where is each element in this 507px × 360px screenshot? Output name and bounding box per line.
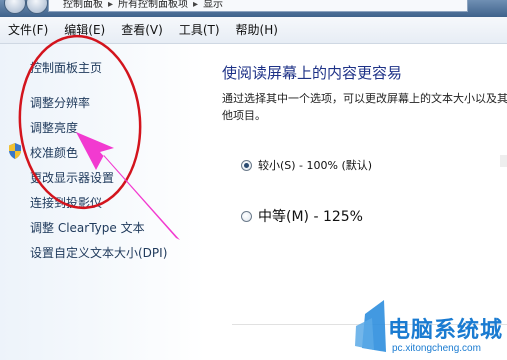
sidebar-item-connect-projector[interactable]: 连接到投影仪	[30, 194, 102, 211]
option-smaller[interactable]: 较小(S) - 100% (默认)	[241, 157, 372, 173]
breadcrumb-display[interactable]: 显示	[203, 0, 223, 10]
breadcrumb-control-panel[interactable]: 控制面板	[63, 0, 103, 10]
menu-view[interactable]: 查看(V)	[113, 17, 171, 43]
option-medium[interactable]: 中等(M) - 125%	[241, 206, 363, 226]
menu-bar: 文件(F) 编辑(E) 查看(V) 工具(T) 帮助(H)	[0, 17, 507, 44]
shield-icon	[9, 143, 21, 159]
option-medium-label: 中等(M) - 125%	[258, 209, 363, 225]
breadcrumb-separator: ▸	[108, 0, 114, 10]
breadcrumb-all-items[interactable]: 所有控制面板项	[118, 0, 188, 10]
page-title: 使阅读屏幕上的内容更容易	[222, 64, 403, 82]
breadcrumb-separator: ▸	[193, 0, 199, 10]
menu-edit[interactable]: 编辑(E)	[56, 17, 113, 43]
menu-file[interactable]: 文件(F)	[0, 17, 56, 43]
address-bar[interactable]: 控制面板 ▸ 所有控制面板项 ▸ 显示	[48, 0, 468, 12]
sidebar-item-custom-text-size[interactable]: 设置自定义文本大小(DPI)	[30, 244, 167, 261]
watermark-title: 电脑系统城	[388, 317, 504, 342]
radio-smaller[interactable]	[241, 159, 252, 171]
menu-help[interactable]: 帮助(H)	[228, 17, 286, 43]
forward-button[interactable]	[26, 0, 48, 14]
option-smaller-label: 较小(S) - 100% (默认)	[258, 159, 373, 172]
menu-tools[interactable]: 工具(T)	[171, 17, 228, 43]
sidebar-item-change-display-settings[interactable]: 更改显示器设置	[30, 169, 114, 186]
radio-medium[interactable]	[241, 210, 252, 222]
sidebar-item-adjust-cleartype[interactable]: 调整 ClearType 文本	[30, 219, 145, 236]
page-description: 通过选择其中一个选项，可以更改屏幕上的文本大小以及其他项目。	[222, 92, 507, 122]
sidebar-item-adjust-brightness[interactable]: 调整亮度	[30, 119, 78, 136]
watermark-url: pc.xitongcheng.com	[392, 343, 481, 354]
sidebar-item-control-panel-home[interactable]: 控制面板主页	[30, 59, 102, 76]
sidebar-item-calibrate-color[interactable]: 校准颜色	[30, 144, 78, 161]
window-title-bar: 控制面板 ▸ 所有控制面板项 ▸ 显示	[0, 0, 507, 17]
sidebar-item-adjust-resolution[interactable]: 调整分辨率	[30, 94, 90, 111]
preview-edge	[500, 155, 507, 167]
back-button[interactable]	[4, 0, 26, 14]
